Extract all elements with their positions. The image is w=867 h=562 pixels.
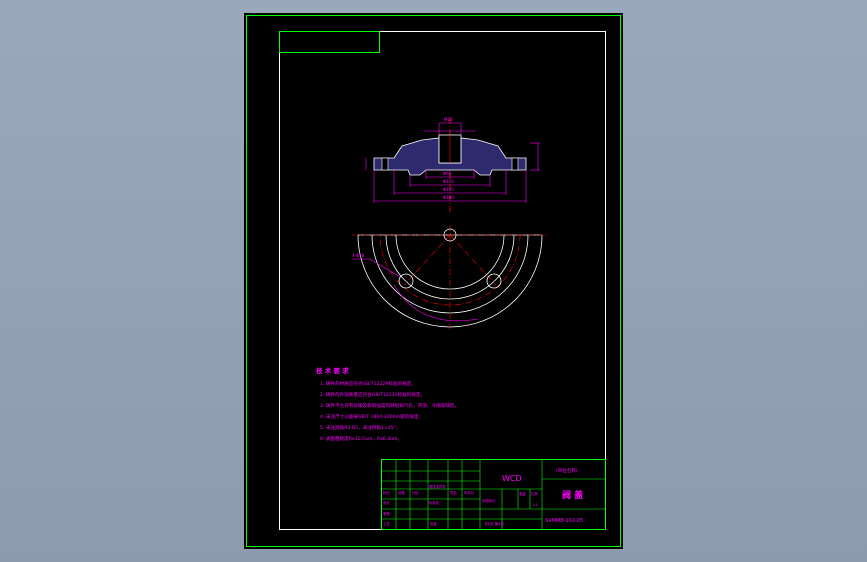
label-standard: 标准化 bbox=[429, 500, 440, 505]
label-sign: 签名 bbox=[450, 490, 457, 495]
outer-border bbox=[246, 15, 621, 547]
label-change-doc: 更改文件号 bbox=[429, 484, 447, 489]
material-text: WCD bbox=[502, 474, 522, 483]
label-scale: 比例 bbox=[531, 491, 538, 496]
tech-req-item: 2. 铸件的外观质量应符合GB/T12231标准的规定。 bbox=[320, 391, 425, 398]
bolt-hole-left bbox=[381, 157, 389, 171]
label-review: 审核 bbox=[383, 511, 390, 516]
label-stage: 阶段标记 bbox=[482, 498, 496, 503]
angle-dimension bbox=[393, 284, 479, 322]
bolt-axis-left bbox=[403, 234, 451, 286]
label-process: 工艺 bbox=[383, 521, 390, 526]
section-view: M16 Φ60 Φ180 Φ145 Φ110 bbox=[365, 117, 540, 213]
label-design: 设计 bbox=[383, 500, 390, 505]
code-box bbox=[279, 31, 380, 53]
label-date: 年月日 bbox=[464, 490, 474, 495]
dim-180: Φ180 bbox=[443, 195, 454, 200]
part-name-text: 阀 盖 bbox=[562, 489, 583, 501]
label-approve: 批准 bbox=[430, 521, 437, 526]
label-mark: 标记 bbox=[383, 490, 390, 495]
technical-requirements: 技 术 要 求 1. 铸件的材质应符合GB/T12229标准的规定。 2. 铸件… bbox=[316, 366, 459, 442]
dim-145: Φ145 bbox=[443, 187, 454, 192]
dim-110: Φ110 bbox=[443, 179, 454, 184]
dim-60: Φ60 bbox=[443, 171, 452, 176]
scale-value: 1:1 bbox=[532, 503, 538, 507]
dim-m16: M16 bbox=[444, 117, 453, 122]
drawing-sheet: M16 Φ60 Φ180 Φ145 Φ110 4-Φ18 技 术 要 求 1. … bbox=[244, 13, 623, 549]
inner-frame bbox=[279, 31, 606, 530]
title-block: 标记 处数 分区 更改文件号 签名 年月日 设计 标准化 阶段标记 重量 比例 … bbox=[381, 459, 606, 530]
label-count: 处数 bbox=[398, 490, 405, 495]
bolt-axis-right bbox=[449, 234, 497, 286]
tech-req-item: 6. 表面粗糙度Ra12.5um，Ra6.3um。 bbox=[320, 435, 402, 442]
label-weight: 重量 bbox=[519, 491, 526, 496]
drawing-canvas: M16 Φ60 Φ180 Φ145 Φ110 4-Φ18 技 术 要 求 1. … bbox=[246, 15, 621, 547]
tech-req-item: 3. 铸件不允许有砂眼及影响强度的缺陷如气孔、夹渣、冷隔等缺陷。 bbox=[320, 402, 459, 409]
tech-req-item: 4. 未注尺寸公差按GB/T 1804-2000m级的规定。 bbox=[320, 413, 423, 420]
drawing-number-text: SVMMB-102-05 bbox=[545, 518, 583, 524]
tech-req-item: 5. 未注圆角R3-R5，未注倒角1×45°。 bbox=[320, 424, 401, 431]
company-text: (单位名称) bbox=[556, 467, 578, 474]
tech-req-heading: 技 术 要 求 bbox=[316, 366, 349, 375]
cad-viewport[interactable]: M16 Φ60 Φ180 Φ145 Φ110 4-Φ18 技 术 要 求 1. … bbox=[0, 0, 867, 562]
sheet-info-text: 共1张 第1张 bbox=[484, 521, 504, 526]
title-block-labels: 标记 处数 分区 更改文件号 签名 年月日 设计 标准化 阶段标记 重量 比例 … bbox=[383, 484, 538, 526]
tech-req-item: 1. 铸件的材质应符合GB/T12229标准的规定。 bbox=[320, 380, 416, 387]
leader-label: 4-Φ18 bbox=[352, 253, 365, 258]
leader-line bbox=[352, 258, 401, 278]
label-zone: 分区 bbox=[412, 490, 419, 495]
bolt-hole-right bbox=[511, 157, 519, 171]
